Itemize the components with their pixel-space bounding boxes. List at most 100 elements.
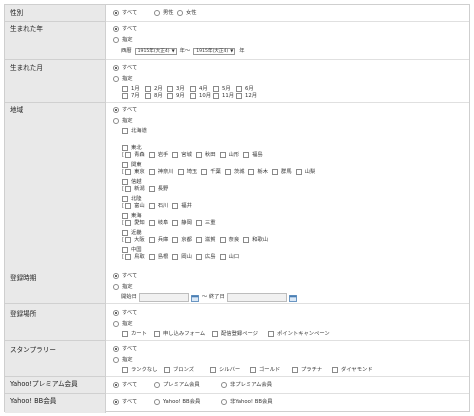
prefecture-checkbox[interactable]: 和歌山 <box>243 237 268 244</box>
prefecture-checkbox[interactable]: 広島 <box>195 254 216 261</box>
checkbox-icon[interactable] <box>125 254 132 261</box>
radio-selected-icon[interactable] <box>113 10 119 17</box>
birth-month-radio-all[interactable]: すべて <box>113 65 137 72</box>
prefecture-checkbox[interactable]: 静岡 <box>172 220 192 227</box>
bb-radio-all[interactable]: すべて <box>113 399 137 406</box>
month-checkbox[interactable]: 3月 <box>167 86 185 93</box>
gender-radio-male[interactable]: 男性 <box>154 10 174 17</box>
checkbox-icon[interactable] <box>122 230 128 237</box>
radio-selected-icon[interactable] <box>113 107 119 114</box>
checkbox-icon[interactable] <box>122 213 128 220</box>
stamp-cb-3[interactable]: ゴールド <box>250 367 280 374</box>
checkbox-icon[interactable] <box>148 220 155 227</box>
radio-selected-icon[interactable] <box>113 346 119 353</box>
reg-time-end-input[interactable] <box>226 293 287 302</box>
month-checkbox[interactable]: 10月 <box>190 93 211 100</box>
checkbox-icon[interactable] <box>125 220 132 227</box>
checkbox-icon[interactable] <box>195 254 202 261</box>
checkbox-icon[interactable] <box>172 220 179 227</box>
radio-icon[interactable] <box>113 118 119 125</box>
prefecture-checkbox[interactable]: 島根 <box>148 254 168 261</box>
month-checkbox[interactable]: 8月 <box>145 93 163 100</box>
month-checkbox[interactable]: 4月 <box>190 86 208 93</box>
checkbox-icon[interactable] <box>219 237 226 244</box>
gender-radio-female[interactable]: 女性 <box>177 10 197 17</box>
checkbox-icon[interactable] <box>195 237 202 244</box>
checkbox-icon[interactable] <box>164 367 170 374</box>
checkbox-icon[interactable] <box>236 93 242 100</box>
prefecture-checkbox[interactable]: 埼玉 <box>177 169 197 176</box>
radio-icon[interactable] <box>154 399 160 406</box>
prefecture-checkbox[interactable]: 滋賀 <box>195 237 216 244</box>
checkbox-icon[interactable] <box>172 237 179 244</box>
checkbox-icon[interactable] <box>213 86 219 93</box>
checkbox-icon[interactable] <box>125 152 132 159</box>
stamp-cb-4[interactable]: プラチナ <box>292 367 322 374</box>
prefecture-checkbox[interactable]: 愛知 <box>125 220 145 227</box>
checkbox-icon[interactable] <box>148 152 155 159</box>
prefecture-checkbox[interactable]: 三重 <box>195 220 216 227</box>
prefecture-checkbox[interactable]: 東京 <box>125 169 145 176</box>
checkbox-icon[interactable] <box>295 169 302 176</box>
checkbox-icon[interactable] <box>224 169 231 176</box>
checkbox-icon[interactable] <box>195 220 202 227</box>
radio-icon[interactable] <box>113 284 119 291</box>
radio-selected-icon[interactable] <box>113 65 119 72</box>
radio-icon[interactable] <box>113 357 119 364</box>
stamp-cb-0[interactable]: ランクなし <box>122 367 158 374</box>
checkbox-icon[interactable] <box>167 93 173 100</box>
checkbox-icon[interactable] <box>236 86 242 93</box>
checkbox-icon[interactable] <box>125 169 132 176</box>
prefecture-checkbox[interactable]: 山梨 <box>295 169 315 176</box>
checkbox-icon[interactable] <box>172 203 179 210</box>
prefecture-checkbox[interactable]: 岩手 <box>148 152 168 159</box>
prefecture-checkbox[interactable]: 兵庫 <box>148 237 168 244</box>
prefecture-checkbox[interactable]: 宮城 <box>172 152 192 159</box>
calendar-icon[interactable] <box>288 294 297 302</box>
birth-year-radio-specify[interactable]: 指定 <box>113 37 133 44</box>
reg-place-cb-1[interactable]: 申し込みフォーム <box>154 331 205 338</box>
radio-icon[interactable] <box>154 10 160 17</box>
birth-year-from-select[interactable]: 1915年(大正4) ▼ <box>134 48 177 55</box>
radio-icon[interactable] <box>113 76 119 83</box>
birth-year-radio-all[interactable]: すべて <box>113 26 137 33</box>
radio-selected-icon[interactable] <box>113 26 119 33</box>
checkbox-icon[interactable] <box>210 367 216 374</box>
prefecture-checkbox[interactable]: 京都 <box>172 237 192 244</box>
region-checkbox[interactable]: 北陸 <box>122 196 142 203</box>
radio-selected-icon[interactable] <box>113 399 119 406</box>
reg-place-cb-3[interactable]: ポイントキャンペーン <box>268 331 330 338</box>
prefecture-checkbox[interactable]: 山形 <box>219 152 239 159</box>
month-checkbox[interactable]: 2月 <box>145 86 163 93</box>
checkbox-icon[interactable] <box>125 203 132 210</box>
checkbox-icon[interactable] <box>148 237 155 244</box>
month-checkbox[interactable]: 5月 <box>213 86 231 93</box>
checkbox-icon[interactable] <box>190 86 196 93</box>
checkbox-icon[interactable] <box>125 186 132 193</box>
prefecture-checkbox[interactable]: 大阪 <box>125 237 145 244</box>
region-checkbox[interactable]: 北海道 <box>122 128 147 135</box>
checkbox-icon[interactable] <box>122 128 128 135</box>
month-checkbox[interactable]: 12月 <box>236 93 257 100</box>
region-checkbox[interactable]: 近畿 <box>122 230 142 237</box>
checkbox-icon[interactable] <box>148 254 155 261</box>
prefecture-checkbox[interactable]: 神奈川 <box>148 169 174 176</box>
radio-selected-icon[interactable] <box>113 382 119 389</box>
checkbox-icon[interactable] <box>122 367 128 374</box>
prefecture-checkbox[interactable]: 福井 <box>172 203 192 210</box>
birth-month-radio-specify[interactable]: 指定 <box>113 76 133 83</box>
checkbox-icon[interactable] <box>122 331 128 338</box>
reg-time-radio-specify[interactable]: 指定 <box>113 284 133 291</box>
checkbox-icon[interactable] <box>122 93 128 100</box>
checkbox-icon[interactable] <box>172 152 179 159</box>
checkbox-icon[interactable] <box>213 93 219 100</box>
prefecture-checkbox[interactable]: 奈良 <box>219 237 239 244</box>
prefecture-checkbox[interactable]: 富山 <box>125 203 145 210</box>
region-radio-specify[interactable]: 指定 <box>113 118 133 125</box>
reg-place-cb-2[interactable]: 配信登録ページ <box>212 331 258 338</box>
region-checkbox[interactable]: 関東 <box>122 162 142 169</box>
checkbox-icon[interactable] <box>122 196 128 203</box>
region-checkbox[interactable]: 中国 <box>122 247 142 254</box>
checkbox-icon[interactable] <box>243 152 250 159</box>
radio-icon[interactable] <box>177 10 183 17</box>
